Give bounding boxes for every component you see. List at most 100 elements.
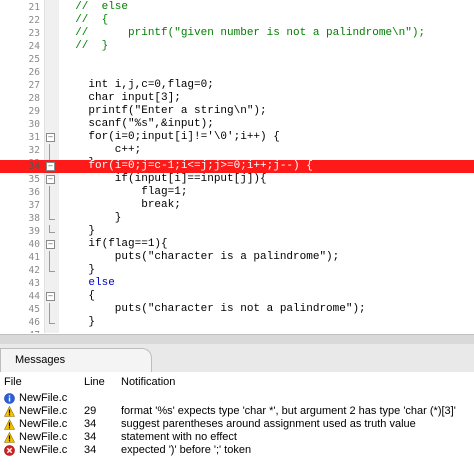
code-text: c++;: [62, 144, 142, 156]
code-line[interactable]: 39 }: [0, 225, 474, 238]
code-text: flag=1;: [62, 186, 188, 198]
line-number: 27: [28, 80, 40, 91]
code-text: }: [62, 264, 96, 276]
code-text: char input[3];: [62, 92, 181, 104]
fold-collapse-icon[interactable]: −: [46, 175, 55, 184]
fold-collapse-icon[interactable]: −: [46, 133, 55, 142]
code-line[interactable]: 42 }: [0, 264, 474, 277]
fold-guide: [49, 144, 50, 157]
line-number: 25: [28, 54, 40, 65]
code-text: for(i=0;input[i]!='\0';i++) {: [62, 131, 280, 143]
line-number: 38: [28, 213, 40, 224]
line-number: 34: [28, 161, 40, 172]
code-text: puts("character is not a palindrome");: [62, 303, 366, 315]
message-row[interactable]: NewFile.c 29 format '%s' expects type 'c…: [0, 405, 474, 418]
code-text: if(flag==1){: [62, 238, 168, 250]
code-text: else: [62, 277, 115, 289]
bottom-panel-tabbar: Messages: [0, 344, 474, 373]
code-text: for(i=0;j=c-1;i<=j;j>=0;i++;j--) {: [62, 160, 313, 172]
fold-end-marker: [49, 264, 55, 272]
line-number: 36: [28, 187, 40, 198]
message-row[interactable]: NewFile.c 34 expected ')' before ';' tok…: [0, 444, 474, 457]
fold-collapse-icon[interactable]: −: [46, 162, 55, 171]
line-number: 26: [28, 67, 40, 78]
message-line: 34: [84, 444, 97, 456]
code-line[interactable]: 44 − {: [0, 290, 474, 303]
code-text: {: [62, 290, 96, 302]
code-text: scanf("%s",&input);: [62, 118, 214, 130]
info-icon: [4, 393, 15, 404]
code-text: // {: [62, 14, 109, 26]
line-number: 35: [28, 174, 40, 185]
line-number: 45: [28, 304, 40, 315]
column-header-line[interactable]: Line: [84, 376, 105, 388]
code-text: printf("Enter a string\n");: [62, 105, 267, 117]
fold-collapse-icon[interactable]: −: [46, 240, 55, 249]
code-line[interactable]: 45 puts("character is not a palindrome")…: [0, 303, 474, 316]
code-line[interactable]: 46 }: [0, 316, 474, 329]
code-line[interactable]: 41 puts("character is a palindrome");: [0, 251, 474, 264]
code-line[interactable]: 23 // printf("given number is not a pali…: [0, 27, 474, 40]
message-row[interactable]: NewFile.c 34 statement with no effect: [0, 431, 474, 444]
messages-panel: File Line Notification NewFile.c NewFile…: [0, 372, 474, 467]
line-number: 31: [28, 132, 40, 143]
message-row[interactable]: NewFile.c 34 suggest parentheses around …: [0, 418, 474, 431]
line-number: 24: [28, 41, 40, 52]
code-line[interactable]: 40 − if(flag==1){: [0, 238, 474, 251]
code-text: // }: [62, 40, 109, 52]
line-number: 32: [28, 145, 40, 156]
line-number: 30: [28, 119, 40, 130]
line-number: 47: [0, 329, 40, 333]
code-editor[interactable]: 21 // else 22 // { 23 // printf("given n…: [0, 0, 474, 333]
code-line[interactable]: 32 c++;: [0, 144, 474, 157]
code-line[interactable]: 36 flag=1;: [0, 186, 474, 199]
code-text: }: [62, 212, 122, 224]
code-line[interactable]: 21 // else: [0, 1, 474, 14]
line-number: 43: [28, 278, 40, 289]
code-text: // printf("given number is not a palindr…: [62, 27, 426, 39]
code-line[interactable]: 30 scanf("%s",&input);: [0, 118, 474, 131]
message-row[interactable]: NewFile.c: [0, 392, 474, 405]
code-line[interactable]: 38 }: [0, 212, 474, 225]
line-number: 39: [28, 226, 40, 237]
code-text: }: [62, 225, 96, 237]
line-number: 41: [28, 252, 40, 263]
fold-guide: [49, 303, 50, 316]
code-line[interactable]: 24 // }: [0, 40, 474, 53]
code-line[interactable]: 29 printf("Enter a string\n");: [0, 105, 474, 118]
line-number: 42: [28, 265, 40, 276]
code-line[interactable]: 25: [0, 53, 474, 66]
tab-messages-label: Messages: [15, 354, 66, 366]
code-text: if(input[i]==input[j]){: [62, 173, 267, 185]
error-highlighted-line[interactable]: 34 − for(i=0;j=c-1;i<=j;j>=0;i++;j--) {: [0, 160, 474, 173]
code-line[interactable]: 35 − if(input[i]==input[j]){: [0, 173, 474, 186]
tab-messages[interactable]: Messages: [0, 348, 152, 373]
code-line[interactable]: 28 char input[3];: [0, 92, 474, 105]
fold-end-marker: [49, 212, 55, 220]
code-line[interactable]: 43 else: [0, 277, 474, 290]
fold-collapse-icon[interactable]: −: [46, 292, 55, 301]
message-text: format '%s' expects type 'char *', but a…: [121, 405, 456, 417]
code-line[interactable]: 22 // {: [0, 14, 474, 27]
message-file: NewFile.c: [19, 418, 68, 430]
message-line: 34: [84, 431, 97, 443]
fold-end-marker: [49, 316, 55, 324]
line-number: 37: [28, 200, 40, 211]
message-line: 29: [84, 405, 97, 417]
message-file: NewFile.c: [19, 431, 68, 443]
line-number: 44: [28, 291, 40, 302]
column-header-file[interactable]: File: [4, 376, 22, 388]
column-header-notification[interactable]: Notification: [121, 376, 175, 388]
code-line[interactable]: 26: [0, 66, 474, 79]
message-line: 34: [84, 418, 97, 430]
message-file: NewFile.c: [19, 405, 68, 417]
code-line[interactable]: 27 int i,j,c=0,flag=0;: [0, 79, 474, 92]
code-line[interactable]: 31 − for(i=0;input[i]!='\0';i++) {: [0, 131, 474, 144]
message-text: suggest parentheses around assignment us…: [121, 418, 416, 430]
line-number: 23: [28, 28, 40, 39]
code-line[interactable]: 47: [0, 329, 474, 333]
fold-end-marker: [49, 225, 55, 233]
code-line[interactable]: 37 break;: [0, 199, 474, 212]
message-text: expected ')' before ';' token: [121, 444, 252, 456]
code-text: int i,j,c=0,flag=0;: [62, 79, 214, 91]
